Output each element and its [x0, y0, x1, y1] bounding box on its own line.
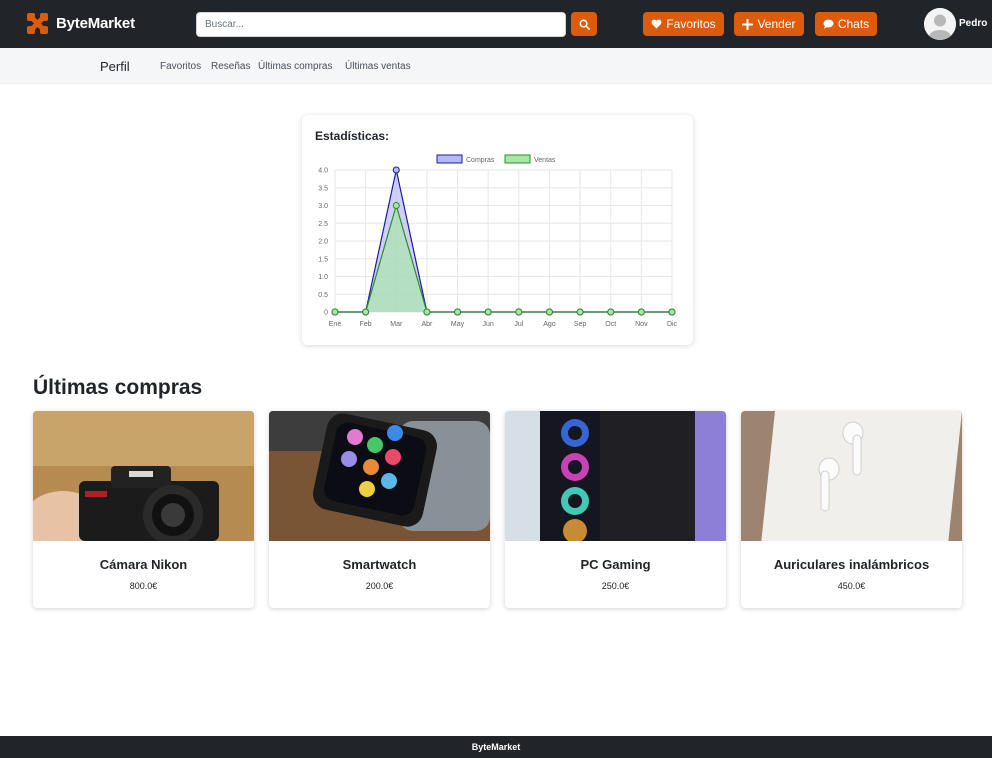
- chart-point: [515, 308, 523, 316]
- chart-point: [392, 166, 400, 174]
- product-name: PC Gaming: [580, 557, 651, 572]
- search-input[interactable]: [196, 12, 566, 37]
- product-price: 800.0€: [129, 581, 158, 591]
- chart-legend-swatch: [504, 154, 531, 164]
- product-image-smartwatch: [269, 411, 490, 541]
- sell-button-label: Vender: [757, 17, 796, 31]
- profile-title: Perfil: [100, 59, 130, 74]
- chart-point: [545, 308, 553, 316]
- subnav-link-last-sales[interactable]: Últimas ventas: [345, 61, 411, 72]
- plus-icon: [742, 18, 754, 30]
- subnav-link-favorites[interactable]: Favoritos: [160, 61, 201, 72]
- top-navbar: ByteMarket Favoritos Vender Chats: [0, 0, 992, 48]
- chart-y-tick-label: 2.0: [318, 239, 328, 246]
- chats-button-label: Chats: [837, 17, 870, 31]
- chart-x-tick-label: Nov: [635, 321, 648, 328]
- footer: ByteMarket: [0, 736, 992, 758]
- chart-y-tick-label: 3.5: [318, 185, 328, 192]
- search-button[interactable]: [571, 12, 597, 36]
- product-name: Auriculares inalámbricos: [773, 557, 930, 572]
- chart-y-tick-label: 2.5: [318, 221, 328, 228]
- brand-logo-icon: [27, 13, 48, 34]
- user-silhouette-icon: [924, 8, 956, 40]
- chart-x-tick-label: Sep: [574, 321, 587, 328]
- chart-x-tick-label: Dic: [667, 321, 678, 328]
- stats-card: Estadísticas: 0 0.5 1.0 1.5 2.0 2.5 3.0 3.5 4.0 E…: [302, 115, 693, 345]
- chart-point: [423, 308, 431, 316]
- brand-name: ByteMarket: [56, 15, 135, 32]
- product-name: Cámara Nikon: [99, 557, 188, 572]
- chart-x-tick-label: Ene: [329, 321, 342, 328]
- product-image-camera: [33, 411, 254, 541]
- product-card-earbuds[interactable]: Auriculares inalámbricos 450.0€: [741, 411, 962, 608]
- brand[interactable]: ByteMarket: [25, 11, 135, 36]
- chart-y-tick-label: 1.5: [318, 256, 328, 263]
- chart-y-tick-label: 0.5: [318, 292, 328, 299]
- product-image-earbuds: [741, 411, 962, 541]
- chart-y-tick-label: 0: [324, 310, 328, 317]
- chart-legend-label: Ventas: [534, 157, 556, 164]
- product-price: 200.0€: [365, 581, 394, 591]
- chart-legend-swatch: [436, 154, 463, 164]
- product-name: Smartwatch: [342, 557, 417, 572]
- chart-x-tick-label: Jul: [514, 321, 523, 328]
- chart-legend-label: Compras: [466, 157, 495, 164]
- chats-button[interactable]: Chats: [815, 12, 877, 36]
- product-card-smartwatch[interactable]: Smartwatch 200.0€: [269, 411, 490, 608]
- chart-point: [637, 308, 645, 316]
- profile-subnav: Perfil Favoritos Reseñas Últimas compras…: [0, 48, 992, 84]
- chart-x-tick-label: May: [451, 321, 465, 328]
- chart-x-tick-label: Mar: [390, 321, 403, 328]
- favorites-button[interactable]: Favoritos: [643, 12, 724, 36]
- heart-icon: [651, 19, 662, 29]
- favorites-button-label: Favoritos: [666, 17, 716, 31]
- chart-point: [668, 308, 676, 316]
- product-price: 450.0€: [837, 581, 866, 591]
- chart-point: [484, 308, 492, 316]
- chart-x-tick-label: Ago: [543, 321, 556, 328]
- chart-point: [362, 308, 370, 316]
- chat-bubble-icon: [823, 19, 834, 29]
- chart-y-tick-label: 1.0: [318, 274, 328, 281]
- search-icon: [579, 19, 590, 30]
- stats-chart: 0 0.5 1.0 1.5 2.0 2.5 3.0 3.5 4.0 Ene Feb Mar Abr May…: [318, 154, 678, 328]
- chart-x-tick-label: Oct: [605, 321, 616, 328]
- product-card-pc[interactable]: PC Gaming 250.0€: [505, 411, 726, 608]
- chart-x-tick-label: Feb: [360, 321, 372, 328]
- chart-point: [576, 308, 584, 316]
- user-name[interactable]: Pedro: [959, 18, 987, 29]
- chart-x-tick-label: Abr: [421, 321, 433, 328]
- product-image-pc: [505, 411, 726, 541]
- subnav-link-last-purchases[interactable]: Últimas compras: [258, 61, 332, 72]
- chart-point: [607, 308, 615, 316]
- chart-point: [331, 308, 339, 316]
- chart-y-tick-label: 4.0: [318, 168, 328, 175]
- product-price: 250.0€: [601, 581, 630, 591]
- chart-point: [454, 308, 462, 316]
- chart-x-tick-label: Jun: [483, 321, 494, 328]
- user-avatar[interactable]: [924, 8, 956, 40]
- subnav-link-reviews[interactable]: Reseñas: [211, 61, 250, 72]
- sell-button[interactable]: Vender: [734, 12, 804, 36]
- product-card-camera[interactable]: Cámara Nikon 800.0€: [33, 411, 254, 608]
- chart-point: [392, 202, 400, 209]
- chart-y-tick-label: 3.0: [318, 203, 328, 210]
- last-purchases-title: Últimas compras: [33, 376, 203, 399]
